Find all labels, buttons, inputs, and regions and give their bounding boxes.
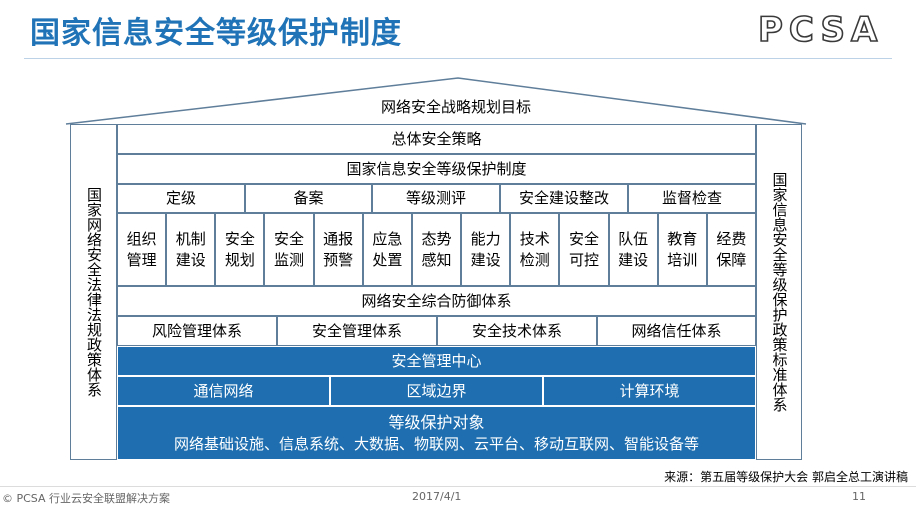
measure-item: 应急 处置	[362, 213, 412, 286]
measure-item: 能力 建设	[461, 213, 511, 286]
measure-item: 通报 预警	[313, 213, 363, 286]
measure-item: 经费 保障	[706, 213, 756, 286]
measure-item: 技术 检测	[510, 213, 560, 286]
zone-item: 区域边界	[330, 376, 543, 406]
defense-system-item: 风险管理体系	[117, 316, 277, 346]
footer-page: 11	[852, 490, 866, 503]
footer-copyright: © PCSA 行业云安全联盟解决方案	[2, 492, 171, 505]
measure-item: 组织 管理	[117, 213, 167, 286]
zone-item: 通信网络	[117, 376, 330, 406]
zone-item: 计算环境	[543, 376, 756, 406]
source-note: 来源：第五届等级保护大会 郭启全总工演讲稿	[664, 470, 908, 484]
roof-label: 网络安全战略规划目标	[380, 97, 531, 116]
objects-list: 网络基础设施、信息系统、大数据、物联网、云平台、移动互联网、智能设备等	[173, 434, 699, 453]
footer-divider	[0, 486, 916, 487]
measure-item: 态势 感知	[411, 213, 462, 286]
stage-item: 安全建设整改	[500, 184, 628, 213]
defense-system-item: 安全管理体系	[277, 316, 437, 346]
defense-row: 网络安全综合防御体系	[117, 286, 756, 316]
mgmt-center: 安全管理中心	[117, 346, 756, 376]
system-row: 国家信息安全等级保护制度	[117, 154, 756, 184]
measure-item: 机制 建设	[166, 213, 216, 286]
measure-item: 安全 可控	[559, 213, 609, 286]
defense-system-item: 安全技术体系	[437, 316, 597, 346]
footer-date: 2017/4/1	[412, 490, 462, 503]
stage-item: 监督检查	[628, 184, 756, 213]
measure-item: 队伍 建设	[608, 213, 658, 286]
stage-item: 备案	[245, 184, 372, 213]
right-pillar: 国家信息安全等级保护政策标准体系	[756, 124, 802, 460]
stage-item: 等级测评	[372, 184, 500, 213]
left-pillar: 国家网络安全法律法规政策体系	[70, 124, 117, 460]
strategy-row: 总体安全策略	[117, 124, 756, 154]
objects-title: 等级保护对象	[388, 413, 485, 433]
defense-system-item: 网络信任体系	[597, 316, 756, 346]
protection-objects: 等级保护对象 网络基础设施、信息系统、大数据、物联网、云平台、移动互联网、智能设…	[117, 406, 756, 460]
measure-item: 安全 监测	[264, 213, 314, 286]
stage-item: 定级	[117, 184, 245, 213]
measure-item: 教育 培训	[657, 213, 707, 286]
measure-item: 安全 规划	[215, 213, 265, 286]
